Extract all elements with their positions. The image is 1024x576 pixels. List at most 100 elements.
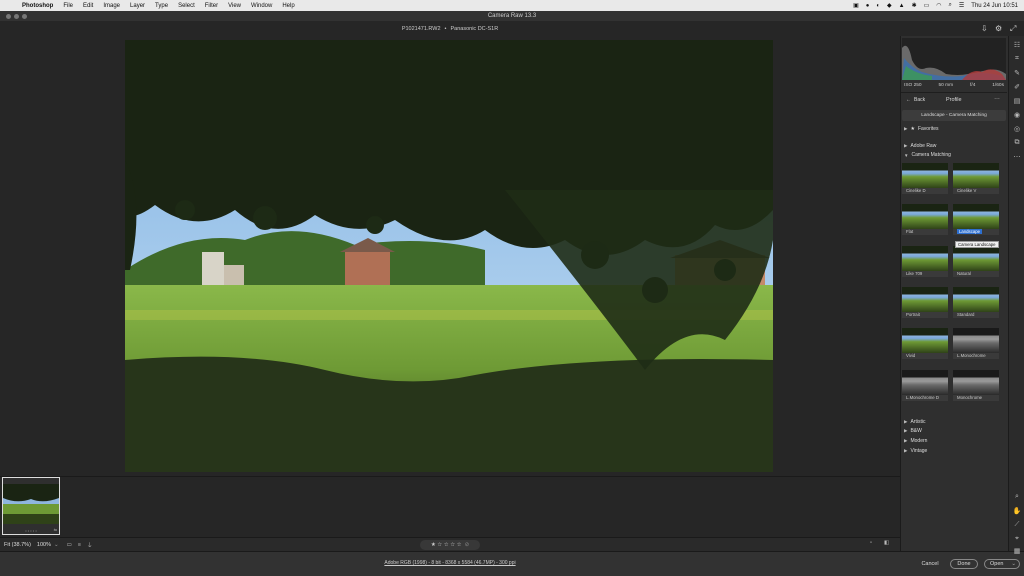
dropbox-icon[interactable]: ◆ [887,2,892,9]
profile-tile-standard[interactable]: Standard [953,287,999,318]
menu-select[interactable]: Select [178,3,195,9]
snapshots-icon[interactable]: ⧉ [1012,138,1022,148]
section-vintage[interactable]: ▶ Vintage [904,448,927,454]
menu-app-name[interactable]: Photoshop [22,3,53,9]
profile-tile-monochrome[interactable]: Monochrome [953,370,999,401]
profile-menu-icon[interactable]: … [994,95,1000,101]
thumbnail-rating-dots[interactable]: • • • • • [3,528,59,533]
radial-filter-icon[interactable]: ◉ [1012,110,1022,120]
back-button[interactable]: ← Back [906,97,925,103]
save-icon[interactable]: ⇩ [981,24,988,33]
more-icon[interactable]: ⋯ [1012,152,1022,162]
artistic-label: Artistic [910,419,926,425]
camera-model: Panasonic DC-S1R [450,25,499,32]
clock[interactable]: Thu 24 Jun 10:51 [971,3,1018,9]
section-modern[interactable]: ▶ Modern [904,438,927,444]
cancel-button[interactable]: Cancel [913,559,947,569]
profile-tile-l-monochrome-d[interactable]: L.Monochrome D [902,370,948,401]
white-balance-tool-icon[interactable]: ⟋ [1012,520,1022,530]
menu-filter[interactable]: Filter [205,3,218,9]
adjustment-brush-icon[interactable]: ✐ [1012,82,1022,92]
healing-brush-icon[interactable]: ✎ [1012,68,1022,78]
status-icon-4[interactable]: ▲ [899,3,905,9]
window-title: Camera Raw 13.3 [487,13,537,19]
red-eye-icon[interactable]: ◎ [1012,124,1022,134]
profile-tile-portrait[interactable]: Portrait [902,287,948,318]
profile-tile-label: L.Monochrome D [906,395,939,400]
filmstrip-thumbnail[interactable]: • • • • • ⇆ [2,477,60,535]
section-favorites[interactable]: ▶ ★ Favorites [904,126,939,132]
menu-image[interactable]: Image [103,3,120,9]
close-window-button[interactable] [6,13,11,19]
grid-overlay-icon[interactable]: ▦ [1012,546,1022,556]
workflow-options-link[interactable]: Adobe RGB (1998) - 8 bit - 8368 x 5584 (… [0,560,900,566]
menu-type[interactable]: Type [155,3,168,9]
main-photo-preview[interactable] [125,40,773,472]
profile-tile-label: Flat [906,229,914,234]
zoom-tool-icon[interactable]: ⌕ [1012,492,1022,502]
graduated-filter-icon[interactable]: ▤ [1012,96,1022,106]
section-bw[interactable]: ▶ B&W [904,428,922,434]
profile-title: Profile [946,97,962,103]
minimize-window-button[interactable] [14,13,19,19]
reject-icon[interactable]: ⊘ [465,542,470,548]
profile-tooltip: Camera Landscape [955,241,999,248]
expanded-arrow-icon: ▼ [904,152,909,158]
before-after-icon[interactable]: ◧ [884,540,889,546]
status-icon-2[interactable]: ● [866,3,870,9]
zoom-window-button[interactable] [22,13,27,19]
file-info-bar: P1021471.RW2 • Panasonic DC-S1R [0,21,900,36]
compare-view-icon[interactable]: ▫ [870,540,872,546]
battery-icon[interactable]: ▭ [924,2,930,9]
open-options-chevron-icon[interactable]: ⌄ [1011,561,1016,567]
status-icon-3[interactable]: ◐ [876,3,880,9]
sort-icon[interactable]: ≡ [78,542,81,548]
bw-label: B&W [910,428,922,434]
profile-tile-cinelike-v[interactable]: Cinelike V [953,163,999,194]
star-icon: ★ [910,126,915,132]
section-camera-matching[interactable]: ▼ Camera Matching [904,152,951,158]
zoom-100-button[interactable]: 100% [37,542,51,548]
crop-icon[interactable]: ⌗ [1012,54,1022,64]
filter-icon[interactable]: ⏚ [87,541,93,549]
menu-window[interactable]: Window [251,3,272,9]
profile-tile-natural[interactable]: Natural [953,246,999,277]
color-sampler-icon[interactable]: ⌖ [1012,534,1022,544]
exif-shutter: 1/60s [992,83,1004,88]
profile-tile-like-709[interactable]: Like 709 [902,246,948,277]
status-icon-1[interactable]: ▣ [853,2,859,9]
hand-tool-icon[interactable]: ✋ [1012,506,1022,516]
menu-view[interactable]: View [228,3,241,9]
menu-help[interactable]: Help [282,3,294,9]
section-artistic[interactable]: ▶ Artistic [904,419,925,425]
zoom-dropdown-chevron-icon[interactable]: ⌄ [54,542,59,548]
filmstrip-view-icon[interactable]: ▭ [67,542,72,548]
control-center-icon[interactable]: ☰ [959,2,964,9]
exif-aperture: f/4 [970,83,976,88]
profile-tile-l-monochrome[interactable]: L.Monochrome [953,328,999,359]
zoom-fit-button[interactable]: Fit (38.7%) [4,542,31,548]
menu-layer[interactable]: Layer [130,3,145,9]
done-button[interactable]: Done [950,559,978,569]
profile-preview-image [953,370,999,395]
profile-tile-cinelike-d[interactable]: Cinelike D [902,163,948,194]
search-icon[interactable]: ⌕ [949,2,952,9]
profile-tile-landscape[interactable]: Landscape [953,204,999,235]
profile-preview-image [902,204,948,229]
profile-preview-image [902,328,948,353]
bottom-toolbar: Fit (38.7%) 100% ⌄ ▭ ≡ ⏚ ★ ☆ ☆ ☆ ☆ ⊘ ▫ ◧ [0,537,900,551]
open-button[interactable]: Open ⌄ [984,559,1020,569]
filmstrip [0,476,900,537]
menu-edit[interactable]: Edit [83,3,93,9]
section-adobe-raw[interactable]: ▶ Adobe Raw [904,143,936,149]
menu-file[interactable]: File [63,3,73,9]
profile-tile-flat[interactable]: Flat [902,204,948,235]
profile-tile-vivid[interactable]: Vivid [902,328,948,359]
star-rating[interactable]: ★ ☆ ☆ ☆ ☆ [431,542,462,548]
wifi-icon[interactable]: ◠ [936,2,941,9]
settings-gear-icon[interactable]: ⚙ [995,24,1002,33]
fullscreen-icon[interactable]: ⤢ [1010,24,1016,34]
edit-sliders-icon[interactable]: ☷ [1012,40,1022,50]
bluetooth-icon[interactable]: ✱ [912,2,917,9]
profile-preview-image [902,370,948,395]
